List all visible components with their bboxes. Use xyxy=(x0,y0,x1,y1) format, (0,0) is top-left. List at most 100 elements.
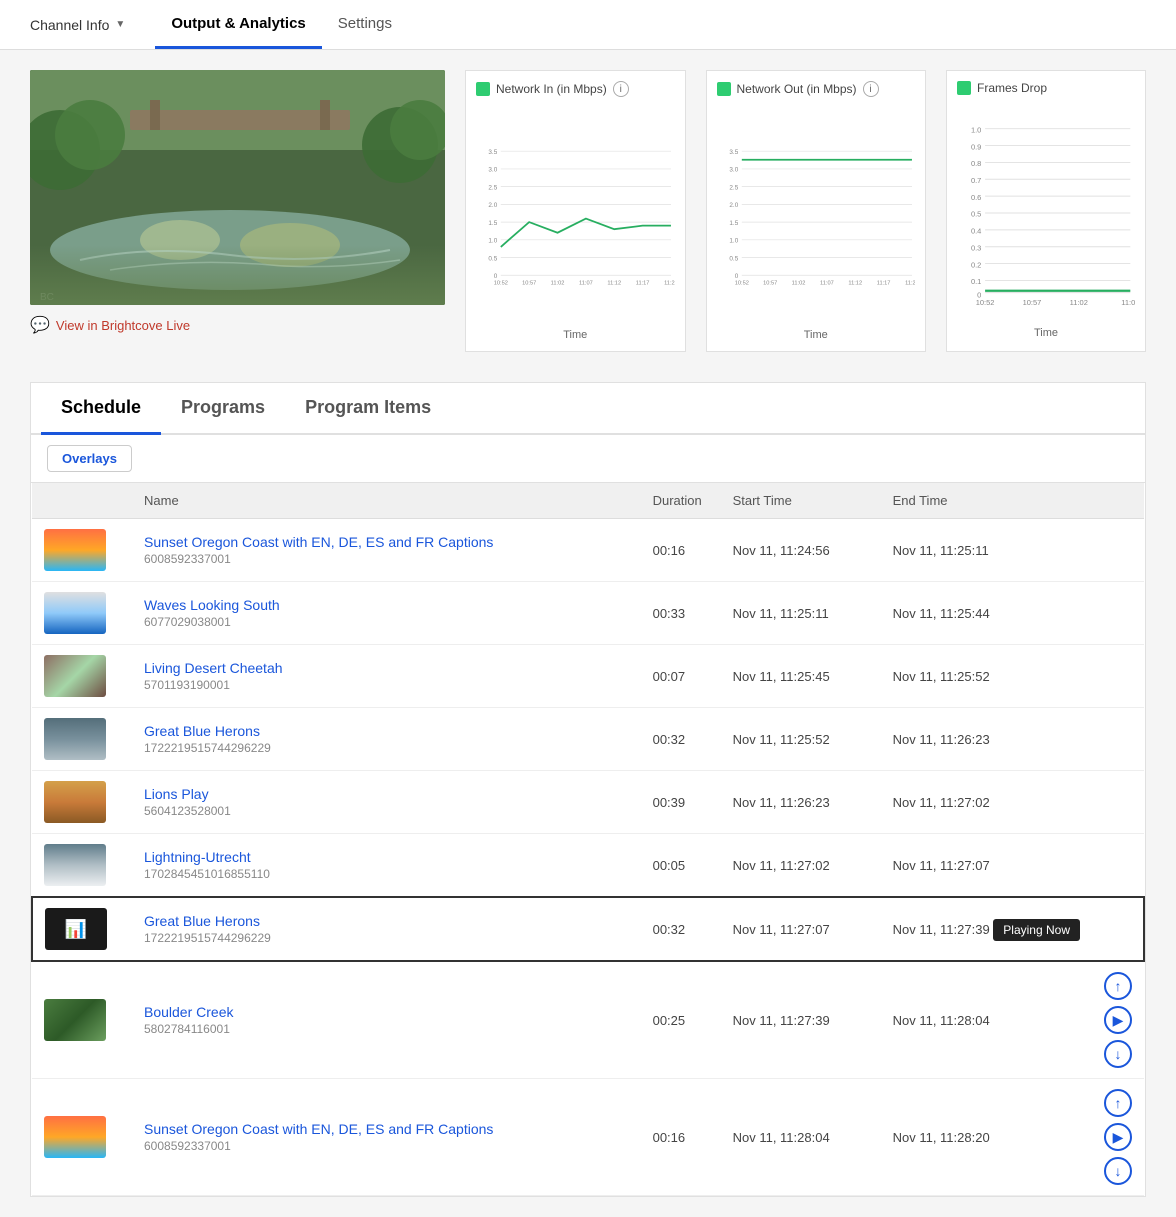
tab-program-items[interactable]: Program Items xyxy=(285,383,451,435)
row-thumbnail xyxy=(44,781,106,823)
svg-text:11:12: 11:12 xyxy=(607,280,621,286)
row-thumb-cell: 📊 xyxy=(32,897,132,961)
row-thumb-cell xyxy=(32,582,132,645)
playing-now-badge: Playing Now xyxy=(993,919,1080,941)
overlays-button[interactable]: Overlays xyxy=(47,445,132,472)
row-actions xyxy=(1092,897,1144,961)
row-item-id: 6008592337001 xyxy=(144,552,629,566)
row-thumb-cell xyxy=(32,961,132,1079)
table-row: Lions Play 5604123528001 00:39Nov 11, 11… xyxy=(32,771,1144,834)
row-start-time: Nov 11, 11:25:11 xyxy=(721,582,881,645)
tab-settings[interactable]: Settings xyxy=(322,1,408,49)
row-name-cell: Lions Play 5604123528001 xyxy=(132,771,641,834)
row-item-id: 6008592337001 xyxy=(144,1139,629,1153)
svg-text:11:07: 11:07 xyxy=(1121,298,1135,307)
row-name-cell: Boulder Creek 5802784116001 xyxy=(132,961,641,1079)
move-down-button[interactable]: ↓ xyxy=(1104,1157,1132,1185)
svg-text:11:17: 11:17 xyxy=(876,280,890,286)
svg-text:3.5: 3.5 xyxy=(729,149,738,156)
svg-text:11:02: 11:02 xyxy=(551,280,565,286)
table-row: Great Blue Herons 1722219515744296229 00… xyxy=(32,708,1144,771)
svg-text:3.5: 3.5 xyxy=(488,149,497,156)
network-out-chart-area: 3.5 3.0 2.5 2.0 1.5 1.0 0.5 0 10:52 10:5… xyxy=(717,105,916,325)
network-in-label: Network In (in Mbps) xyxy=(496,82,607,96)
table-row: Waves Looking South 6077029038001 00:33N… xyxy=(32,582,1144,645)
svg-text:11:02: 11:02 xyxy=(1070,298,1088,307)
row-end-time: Nov 11, 11:25:44 xyxy=(881,582,1092,645)
svg-text:2.5: 2.5 xyxy=(729,184,738,191)
row-thumb-cell xyxy=(32,1079,132,1196)
svg-text:10:57: 10:57 xyxy=(522,280,536,286)
row-actions xyxy=(1092,519,1144,582)
network-in-chart: Network In (in Mbps) i xyxy=(465,70,686,352)
row-thumbnail xyxy=(44,529,106,571)
svg-text:10:52: 10:52 xyxy=(494,280,508,286)
svg-text:0.9: 0.9 xyxy=(971,142,981,151)
row-item-id: 5802784116001 xyxy=(144,1022,629,1036)
table-row: 📊 Great Blue Herons 1722219515744296229 … xyxy=(32,897,1144,961)
tab-programs[interactable]: Programs xyxy=(161,383,285,435)
row-item-id: 5604123528001 xyxy=(144,804,629,818)
channel-dropdown-icon[interactable]: ▼ xyxy=(115,19,125,30)
row-thumbnail xyxy=(44,844,106,886)
schedule-tabs: Schedule Programs Program Items xyxy=(31,383,1145,435)
svg-text:10:57: 10:57 xyxy=(1023,298,1042,307)
play-button[interactable]: ▶ xyxy=(1104,1123,1132,1151)
move-down-button[interactable]: ↓ xyxy=(1104,1040,1132,1068)
row-item-name[interactable]: Boulder Creek xyxy=(144,1004,629,1020)
row-name-cell: Sunset Oregon Coast with EN, DE, ES and … xyxy=(132,1079,641,1196)
tab-output-analytics[interactable]: Output & Analytics xyxy=(155,1,321,49)
svg-text:11:12: 11:12 xyxy=(848,280,862,286)
play-button[interactable]: ▶ xyxy=(1104,1006,1132,1034)
row-thumb-cell xyxy=(32,834,132,898)
channel-info-label: Channel Info xyxy=(30,17,109,33)
svg-text:3.0: 3.0 xyxy=(729,167,738,174)
tab-schedule[interactable]: Schedule xyxy=(41,383,161,435)
move-up-button[interactable]: ↑ xyxy=(1104,1089,1132,1117)
view-in-brightcove-link[interactable]: 💬 View in Brightcove Live xyxy=(30,315,445,335)
row-end-time: Nov 11, 11:27:39 Playing Now xyxy=(881,897,1092,961)
overlays-bar: Overlays xyxy=(31,435,1145,483)
move-up-button[interactable]: ↑ xyxy=(1104,972,1132,1000)
row-end-time: Nov 11, 11:26:23 xyxy=(881,708,1092,771)
row-item-name[interactable]: Living Desert Cheetah xyxy=(144,660,629,676)
row-item-name[interactable]: Great Blue Herons xyxy=(144,723,629,739)
network-in-info-icon[interactable]: i xyxy=(613,81,629,97)
table-row: Sunset Oregon Coast with EN, DE, ES and … xyxy=(32,1079,1144,1196)
svg-text:10:52: 10:52 xyxy=(734,280,748,286)
network-out-svg: 3.5 3.0 2.5 2.0 1.5 1.0 0.5 0 10:52 10:5… xyxy=(717,105,916,325)
channel-info-section[interactable]: Channel Info ▼ xyxy=(30,17,125,33)
top-section: BC 💬 View in Brightcove Live Network In … xyxy=(30,70,1146,352)
table-row: Boulder Creek 5802784116001 00:25Nov 11,… xyxy=(32,961,1144,1079)
network-out-axis-label: Time xyxy=(717,329,916,341)
row-name-cell: Great Blue Herons 1722219515744296229 xyxy=(132,897,641,961)
svg-text:11:17: 11:17 xyxy=(636,280,650,286)
row-item-name[interactable]: Sunset Oregon Coast with EN, DE, ES and … xyxy=(144,534,629,550)
row-actions: ↑ ▶ ↓ xyxy=(1092,961,1144,1079)
row-item-name[interactable]: Lightning-Utrecht xyxy=(144,849,629,865)
row-item-name[interactable]: Waves Looking South xyxy=(144,597,629,613)
row-item-name[interactable]: Sunset Oregon Coast with EN, DE, ES and … xyxy=(144,1121,629,1137)
frames-drop-svg: 1.0 0.9 0.8 0.7 0.6 0.5 0.4 0.3 0.2 0.1 … xyxy=(957,103,1135,323)
frames-drop-label: Frames Drop xyxy=(977,81,1047,95)
network-out-info-icon[interactable]: i xyxy=(863,81,879,97)
row-start-time: Nov 11, 11:25:52 xyxy=(721,708,881,771)
row-start-time: Nov 11, 11:27:39 xyxy=(721,961,881,1079)
row-item-name[interactable]: Great Blue Herons xyxy=(144,913,629,929)
svg-text:11:02: 11:02 xyxy=(791,280,805,286)
row-start-time: Nov 11, 11:24:56 xyxy=(721,519,881,582)
row-thumb-cell xyxy=(32,771,132,834)
network-out-header: Network Out (in Mbps) i xyxy=(717,81,916,97)
row-thumb-cell xyxy=(32,519,132,582)
network-in-header: Network In (in Mbps) i xyxy=(476,81,675,97)
row-start-time: Nov 11, 11:27:07 xyxy=(721,897,881,961)
row-duration: 00:16 xyxy=(641,1079,721,1196)
top-navigation: Channel Info ▼ Output & Analytics Settin… xyxy=(0,0,1176,50)
row-thumbnail xyxy=(44,655,106,697)
table-row: Sunset Oregon Coast with EN, DE, ES and … xyxy=(32,519,1144,582)
row-actions xyxy=(1092,771,1144,834)
row-end-time: Nov 11, 11:28:04 xyxy=(881,961,1092,1079)
row-item-name[interactable]: Lions Play xyxy=(144,786,629,802)
svg-text:0: 0 xyxy=(494,273,498,280)
svg-text:BC: BC xyxy=(40,292,54,303)
